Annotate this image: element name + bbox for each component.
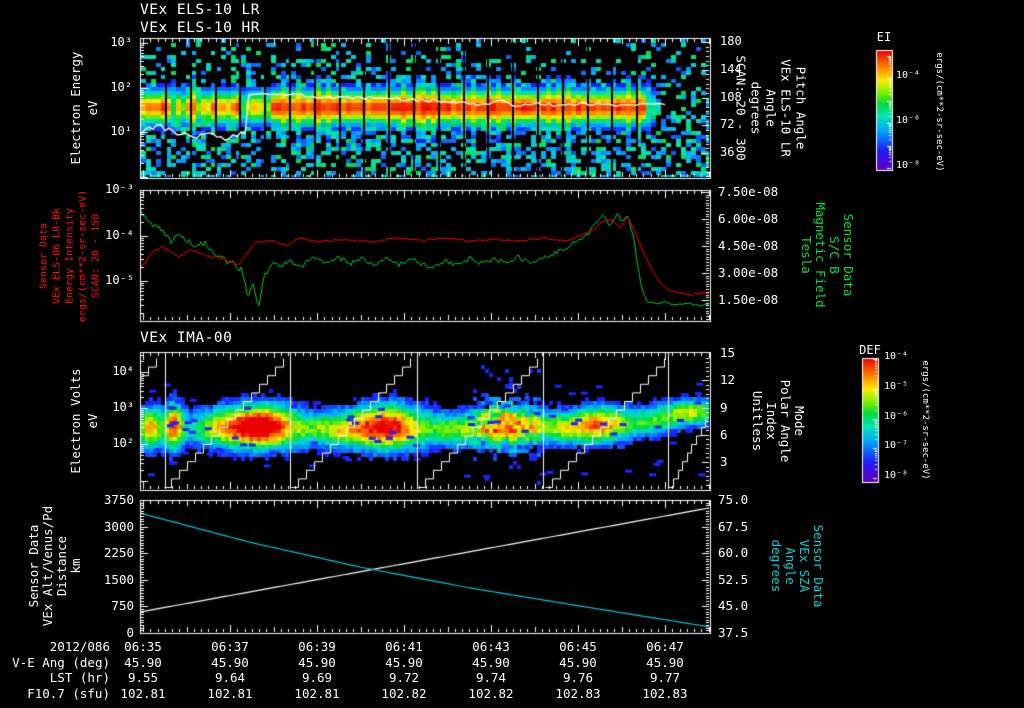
table-row-label: 2012/086 [49,639,110,654]
colorbar2-tick-label: 10⁻⁴ [884,351,909,362]
p1-ytick-label: 10² [110,80,132,94]
time-axis-label: 06:39 [298,639,336,654]
table-cell: 45.90 [298,655,336,670]
table-cell: 102.81 [294,686,340,701]
p1-right-tick-label: 72 [720,117,735,131]
table-cell: 45.90 [646,655,684,670]
p1-right-tick-label: 180 [720,34,742,48]
table-cell: 9.55 [127,670,159,685]
p2-right-tick-label: 7.50e-08 [718,184,779,199]
colorbar2-tick-label: 10⁻⁸ [884,470,909,481]
table-cell: 9.69 [301,670,333,685]
p1-right-tick-label: 144 [720,62,742,76]
table-cell: 9.64 [214,670,246,685]
p1-ytick-label: 10³ [110,35,132,49]
p2-right-tick-label: 1.50e-08 [718,292,779,307]
p3-right-tick-label: 12 [720,372,736,387]
table-cell: 9.74 [475,670,507,685]
p4-ytick-label: 3000 [103,519,134,534]
p3-ytick-label: 10² [112,436,134,450]
table-cell: 45.90 [472,655,510,670]
table-cell: 102.81 [207,686,253,701]
p4-right-tick-label: 75.0 [718,492,749,507]
table-cell: 9.77 [649,670,681,685]
p4-right-tick-label: 67.5 [718,519,749,534]
p2-right-tick-label: 4.50e-08 [718,238,779,253]
time-axis-label: 06:47 [646,639,684,654]
p3-ytick-label: 10³ [112,400,134,414]
time-axis-label: 06:43 [472,639,510,654]
p2-right-tick-label: 3.00e-08 [718,265,779,280]
p4-ytick-label: 0 [126,625,134,640]
table-cell: 102.82 [468,686,514,701]
table-cell: 45.90 [211,655,249,670]
table-cell: 45.90 [385,655,423,670]
time-axis-label: 06:37 [211,639,249,654]
colorbar1-tick-label: 10⁻⁴ [896,70,921,81]
tick-labels-layer: 10³ 10² 10¹ 180 144 108 72 36 10⁻³ 10⁻⁴ 10⁻⁵ 7.50e-… [0,0,1024,708]
colorbar2-tick-label: 10⁻⁵ [884,381,909,392]
p2-ytick-label: 10⁻³ [105,182,134,196]
p1-ytick-label: 10¹ [110,124,132,138]
p4-right-tick-label: 45.0 [718,598,749,613]
p4-right-tick-label: 60.0 [718,545,749,560]
p4-right-tick-label: 37.5 [718,625,749,640]
colorbar2-tick-label: 10⁻⁷ [884,440,909,451]
p1-right-tick-label: 108 [720,90,742,104]
table-cell: 45.90 [124,655,162,670]
colorbar1-tick-label: 10⁻⁶ [896,115,921,126]
p3-right-tick-label: 9 [720,400,728,415]
p4-ytick-label: 3750 [103,492,134,507]
p2-right-tick-label: 6.00e-08 [718,211,779,226]
p1-right-tick-label: 36 [720,145,735,159]
p4-ytick-label: 1500 [103,572,134,587]
table-cell: 9.72 [388,670,420,685]
p2-ytick-label: 10⁻⁴ [105,228,134,242]
p3-right-tick-label: 3 [720,454,728,469]
table-cell: 102.81 [120,686,166,701]
p4-ytick-label: 750 [111,598,134,613]
time-axis-label: 06:45 [559,639,597,654]
p4-ytick-label: 2250 [103,545,134,560]
p4-right-tick-label: 52.5 [718,572,749,587]
table-cell: 9.76 [562,670,594,685]
table-cell: 102.83 [555,686,601,701]
table-cell: 102.82 [381,686,427,701]
plot-screen: VEx ELS-10 LR VEx ELS-10 HR VEx IMA-00 E… [0,0,1024,708]
time-axis-label: 06:41 [385,639,423,654]
table-row-label: F10.7 (sfu) [27,686,110,701]
table-cell: 102.83 [642,686,688,701]
p3-right-tick-label: 6 [720,427,728,442]
p3-right-tick-label: 15 [720,345,736,360]
table-row-label: LST (hr) [49,670,110,685]
table-cell: 45.90 [559,655,597,670]
table-row-label: V-E Ang (deg) [12,655,110,670]
time-axis-label: 06:35 [124,639,162,654]
colorbar1-tick-label: 10⁻⁸ [896,160,921,171]
colorbar2-tick-label: 10⁻⁶ [884,411,909,422]
p3-ytick-label: 10⁴ [112,364,134,378]
p2-ytick-label: 10⁻⁵ [105,273,134,287]
